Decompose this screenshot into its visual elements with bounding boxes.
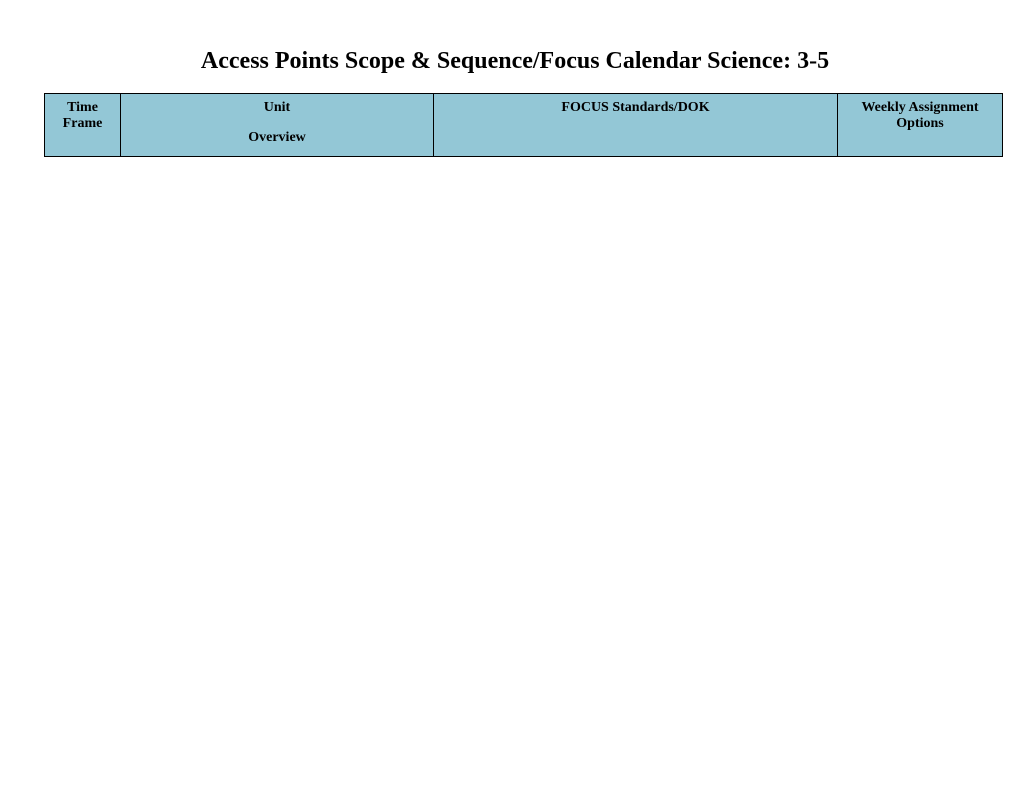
col-header-focus-text: FOCUS Standards/DOK [561,100,709,115]
col-header-unit-line1: Unit [125,100,429,116]
table-header-row: Time Frame Unit Overview FOCUS Standards… [45,94,1003,157]
col-header-unit-overview: Unit Overview [121,94,434,157]
col-header-time-line1: Time [49,100,116,116]
col-header-weekly-line1: Weekly Assignment [842,100,998,116]
col-header-weekly-assignment: Weekly Assignment Options [838,94,1003,157]
col-header-unit-spacer [125,116,429,130]
col-header-time-line2: Frame [49,116,116,132]
col-header-unit-line2: Overview [125,130,429,146]
col-header-time-frame: Time Frame [45,94,121,157]
col-header-weekly-line2: Options [842,116,998,132]
page-title: Access Points Scope & Sequence/Focus Cal… [44,48,986,75]
col-header-focus-standards: FOCUS Standards/DOK [434,94,838,157]
scope-sequence-table: Time Frame Unit Overview FOCUS Standards… [44,93,1003,157]
